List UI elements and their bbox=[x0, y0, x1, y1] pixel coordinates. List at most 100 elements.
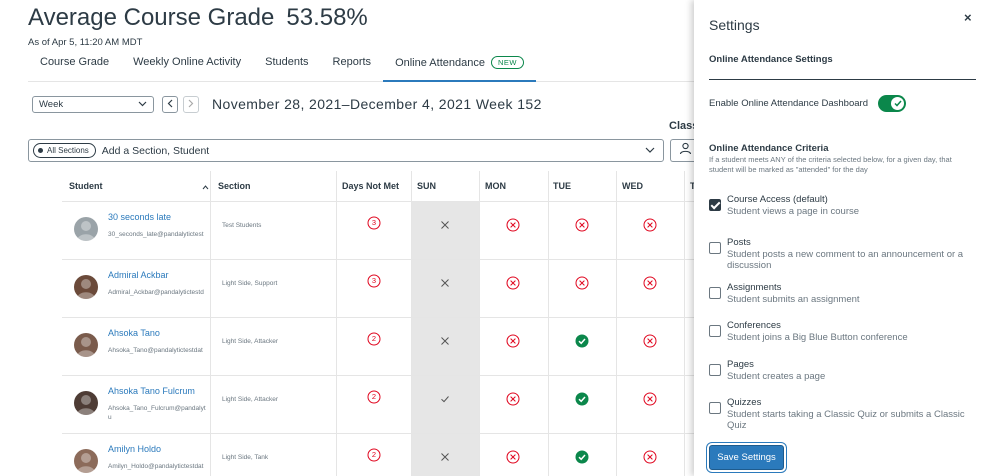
tab-bar: Course Grade Weekly Online Activity Stud… bbox=[28, 52, 700, 82]
avatar bbox=[74, 333, 98, 357]
student-section: Light Side, Tank bbox=[222, 454, 269, 461]
student-name-link[interactable]: Ahsoka Tano bbox=[108, 328, 160, 338]
criterion-label: Conferences bbox=[727, 320, 781, 331]
table-row: Amilyn Holdo Amilyn_Holdo@pandalytictestd… bbox=[62, 433, 700, 476]
not-met-icon bbox=[575, 276, 589, 290]
not-met-icon bbox=[506, 218, 520, 232]
mon-column-header: MON bbox=[485, 181, 506, 191]
tab-students[interactable]: Students bbox=[253, 52, 320, 82]
average-grade-value: 53.58% bbox=[286, 4, 368, 31]
new-badge: NEW bbox=[490, 56, 524, 69]
student-section: Light Side, Attacker bbox=[222, 338, 279, 345]
avatar bbox=[74, 217, 98, 241]
student-header-label: Student bbox=[69, 181, 103, 191]
tue-column-header: TUE bbox=[553, 181, 571, 191]
table-row: Admiral Ackbar Admiral_Ackbar@pandalytict… bbox=[62, 259, 700, 317]
all-sections-pill[interactable]: All Sections bbox=[33, 143, 96, 158]
student-email-wrap: u bbox=[108, 414, 112, 421]
no-class-icon bbox=[438, 334, 452, 348]
pages-checkbox[interactable] bbox=[709, 364, 721, 376]
no-class-icon bbox=[438, 218, 452, 232]
not-met-icon bbox=[506, 276, 520, 290]
not-met-icon bbox=[643, 450, 657, 464]
student-name-link[interactable]: Amilyn Holdo bbox=[108, 444, 161, 454]
no-class-icon bbox=[438, 276, 452, 290]
chevron-down-icon bbox=[138, 99, 147, 110]
not-met-icon bbox=[643, 392, 657, 406]
student-column-header[interactable]: Student bbox=[69, 171, 209, 201]
enable-dashboard-toggle[interactable] bbox=[878, 95, 906, 112]
criteria-description: If a student meets ANY of the criteria s… bbox=[709, 155, 952, 174]
days-not-met-count: 3 bbox=[371, 276, 377, 285]
student-name-link[interactable]: Admiral Ackbar bbox=[108, 270, 169, 280]
student-name-link[interactable]: Ahsoka Tano Fulcrum bbox=[108, 386, 195, 396]
check-icon bbox=[891, 97, 904, 110]
attendance-table: Student Section Days Not Met SUN MON TUE… bbox=[62, 171, 700, 476]
section-column-header[interactable]: Section bbox=[218, 171, 251, 201]
table-row: Ahsoka Tano Ahsoka_Tano@pandalytictestdat… bbox=[62, 317, 700, 375]
tab-reports[interactable]: Reports bbox=[321, 52, 384, 82]
table-row: 30 seconds late 30_seconds_late@pandalyti… bbox=[62, 201, 700, 259]
sun-column-header: SUN bbox=[417, 181, 437, 191]
not-met-icon bbox=[643, 218, 657, 232]
met-icon bbox=[575, 392, 589, 406]
not-met-icon bbox=[506, 450, 520, 464]
days-not-met-badge: 3 bbox=[367, 216, 381, 230]
tab-course-grade[interactable]: Course Grade bbox=[28, 52, 121, 82]
student-name-link[interactable]: 30 seconds late bbox=[108, 212, 171, 222]
save-settings-button[interactable]: Save Settings bbox=[709, 445, 784, 470]
period-select-value: Week bbox=[39, 99, 64, 110]
met-icon bbox=[575, 450, 589, 464]
student-section: Light Side, Attacker bbox=[222, 396, 279, 403]
criterion-help: Student joins a Big Blue Button conferen… bbox=[727, 332, 908, 343]
assignments-checkbox[interactable] bbox=[709, 287, 721, 299]
quizzes-checkbox[interactable] bbox=[709, 402, 721, 414]
main-area: Average Course Grade 53.58% As of Apr 5,… bbox=[0, 0, 700, 476]
settings-title: Settings bbox=[709, 17, 760, 33]
days-not-met-badge: 2 bbox=[367, 448, 381, 462]
table-row: Ahsoka Tano Fulcrum Ahsoka_Tano_Fulcrum@p… bbox=[62, 375, 700, 433]
settings-panel: Settings × Online Attendance Settings En… bbox=[694, 0, 999, 476]
sort-ascending-icon bbox=[202, 182, 209, 192]
period-select[interactable]: Week bbox=[32, 96, 154, 113]
course-access-checkbox[interactable] bbox=[709, 199, 721, 211]
student-email: Ahsoka_Tano_Fulcrum@pandalyt bbox=[108, 405, 206, 412]
criteria-title: Online Attendance Criteria bbox=[709, 143, 829, 154]
criterion-label: Assignments bbox=[727, 282, 782, 293]
avatar bbox=[74, 391, 98, 415]
section-student-filter[interactable]: All Sections Add a Section, Student bbox=[28, 139, 664, 162]
days-not-met-count: 3 bbox=[371, 218, 377, 227]
no-class-icon bbox=[438, 450, 452, 464]
next-week-button[interactable] bbox=[183, 96, 199, 113]
criterion-label: Pages bbox=[727, 359, 754, 370]
settings-subtitle: Online Attendance Settings bbox=[709, 54, 833, 65]
days-not-met-badge: 2 bbox=[367, 390, 381, 404]
student-email: Amilyn_Holdo@pandalytictestdat bbox=[108, 463, 204, 470]
close-icon[interactable]: × bbox=[964, 10, 972, 25]
criterion-label: Quizzes bbox=[727, 397, 762, 408]
conferences-checkbox[interactable] bbox=[709, 325, 721, 337]
days-not-met-badge: 3 bbox=[367, 274, 381, 288]
days-not-met-count: 2 bbox=[371, 392, 377, 401]
met-icon bbox=[575, 334, 589, 348]
not-met-icon bbox=[506, 334, 520, 348]
not-met-icon bbox=[575, 218, 589, 232]
student-email: 30_seconds_late@pandalytictest bbox=[108, 231, 204, 238]
avatar bbox=[74, 275, 98, 299]
chevron-down-icon bbox=[645, 145, 655, 156]
criterion-help: Student posts a new comment to an announ… bbox=[727, 249, 964, 271]
tab-online-attendance[interactable]: Online Attendance NEW bbox=[383, 52, 536, 82]
student-section: Test Students bbox=[222, 222, 262, 229]
days-not-met-column-header[interactable]: Days Not Met bbox=[342, 171, 399, 201]
previous-week-button[interactable] bbox=[162, 96, 178, 113]
student-section: Light Side, Support bbox=[222, 280, 278, 287]
not-met-icon bbox=[643, 276, 657, 290]
page-title: Average Course Grade bbox=[28, 4, 275, 31]
week-range-label: November 28, 2021–December 4, 2021 Week … bbox=[212, 96, 542, 112]
checkmark-icon bbox=[438, 392, 452, 406]
posts-checkbox[interactable] bbox=[709, 242, 721, 254]
as-of-timestamp: As of Apr 5, 11:20 AM MDT bbox=[28, 37, 143, 48]
criterion-help: Student views a page in course bbox=[727, 206, 860, 217]
tab-weekly-online-activity[interactable]: Weekly Online Activity bbox=[121, 52, 253, 82]
wed-column-header: WED bbox=[622, 181, 643, 191]
